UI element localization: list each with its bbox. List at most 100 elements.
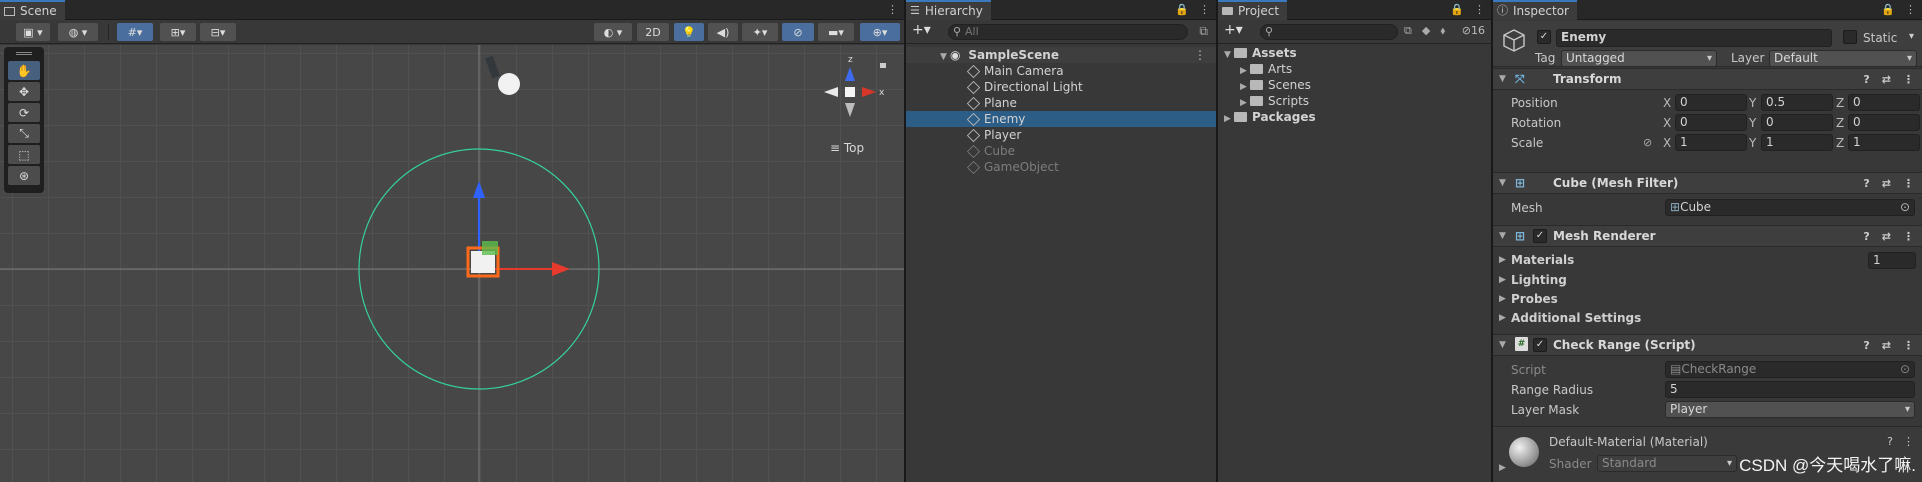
audio-toggle-icon[interactable]: ◀)	[708, 23, 738, 41]
align-button[interactable]: ⊟▾	[200, 23, 236, 41]
more-options-icon[interactable]: ⋮	[1903, 435, 1914, 448]
tag-dropdown[interactable]: Untagged	[1561, 50, 1717, 67]
more-options-icon[interactable]: ⋮	[887, 3, 898, 16]
mesh-renderer-enabled-checkbox[interactable]: ✓	[1533, 229, 1547, 243]
effects-dropdown[interactable]: ✦▾	[742, 23, 778, 41]
preset-icon[interactable]: ⇄	[1882, 70, 1891, 90]
grid-snapping-button[interactable]: #▾	[117, 23, 153, 41]
scale-axis-x-label[interactable]: X	[1663, 136, 1671, 150]
draw-mode-dropdown[interactable]: ▣ ▾	[16, 23, 50, 41]
hierarchy-item[interactable]: Enemy	[906, 111, 1216, 127]
material-foldout-arrow[interactable]: ▶	[1499, 463, 1506, 473]
search-filter-icon[interactable]: ⧉	[1199, 24, 1208, 39]
scene-visibility-icon[interactable]: ⊘	[782, 23, 814, 41]
more-options-icon[interactable]: ⋮	[1903, 227, 1914, 247]
shader-dropdown[interactable]: Standard	[1597, 455, 1737, 472]
constrain-proportions-icon[interactable]: ⊘	[1643, 136, 1652, 149]
gizmos-dropdown[interactable]: ⊕▾	[860, 23, 900, 41]
tag-icon[interactable]: ⬧	[1440, 24, 1445, 38]
rect-tool-icon[interactable]: ⬚	[8, 145, 40, 164]
help-icon[interactable]: ?	[1863, 336, 1869, 356]
mesh-filter-header[interactable]: ▼ ⊞ Cube (Mesh Filter) ? ⇄ ⋮	[1493, 172, 1922, 194]
hierarchy-item[interactable]: Cube	[906, 143, 1216, 159]
help-icon[interactable]: ?	[1863, 70, 1869, 90]
object-picker-icon[interactable]: ⊙	[1900, 200, 1910, 215]
transform-tool-icon[interactable]: ⊛	[8, 166, 40, 185]
scene-root-row[interactable]: ▼ ◉ SampleScene ⋮	[906, 47, 1216, 63]
cube-icon[interactable]	[1501, 27, 1527, 53]
rotation-z-field[interactable]: 0	[1848, 114, 1920, 131]
lighting-toggle-icon[interactable]: 💡	[674, 23, 704, 41]
check-range-header[interactable]: ▼ # ✓ Check Range (Script) ? ⇄ ⋮	[1493, 334, 1922, 356]
layer-mask-dropdown[interactable]: Player	[1665, 401, 1915, 418]
hierarchy-search-input[interactable]: ⚲ All	[948, 24, 1188, 40]
preset-icon[interactable]: ⇄	[1882, 336, 1891, 356]
mesh-renderer-header[interactable]: ▼ ⊞ ✓ Mesh Renderer ? ⇄ ⋮	[1493, 225, 1922, 247]
materials-foldout[interactable]: ▶ Materials	[1493, 250, 1922, 270]
lock-icon[interactable]: 🔒	[1881, 3, 1895, 16]
hierarchy-item[interactable]: Player	[906, 127, 1216, 143]
more-options-icon[interactable]: ⋮	[1199, 3, 1210, 16]
global-pivot-dropdown[interactable]: ◍ ▾	[58, 23, 98, 41]
position-z-field[interactable]: 0	[1848, 94, 1920, 111]
project-folder-row[interactable]: ▶ Arts	[1218, 61, 1491, 77]
scale-y-field[interactable]: 1	[1761, 134, 1833, 151]
probes-foldout[interactable]: ▶ Probes	[1493, 289, 1922, 309]
active-checkbox[interactable]: ✓	[1537, 30, 1551, 44]
rotate-tool-icon[interactable]: ⟳	[8, 103, 40, 122]
materials-count-field[interactable]: 1	[1868, 252, 1916, 269]
hidden-packages-count[interactable]: ⊘16	[1462, 24, 1485, 37]
tab-scene[interactable]: Scene	[0, 0, 65, 20]
tab-inspector[interactable]: ⓘ Inspector	[1493, 0, 1577, 20]
scale-tool-icon[interactable]: ⤡	[8, 124, 40, 143]
scale-x-field[interactable]: 1	[1675, 134, 1747, 151]
search-by-label-icon[interactable]: ◆	[1422, 24, 1430, 38]
tab-project[interactable]: Project	[1218, 0, 1288, 20]
shading-mode-dropdown[interactable]: ◐ ▾	[594, 23, 632, 41]
check-range-enabled-checkbox[interactable]: ✓	[1533, 338, 1547, 352]
more-options-icon[interactable]: ⋮	[1474, 3, 1485, 16]
static-checkbox[interactable]	[1843, 30, 1857, 44]
project-folder-row[interactable]: ▶ Scenes	[1218, 77, 1491, 93]
help-icon[interactable]: ?	[1863, 174, 1869, 194]
project-search-input[interactable]: ⚲	[1260, 24, 1398, 40]
project-folder-row[interactable]: ▶ Scripts	[1218, 93, 1491, 109]
position-y-field[interactable]: 0.5	[1761, 94, 1833, 111]
scale-axis-z-label[interactable]: Z	[1836, 136, 1844, 150]
range-radius-field[interactable]: 5	[1665, 381, 1915, 398]
hierarchy-item[interactable]: GameObject	[906, 159, 1216, 175]
more-options-icon[interactable]: ⋮	[1903, 174, 1914, 194]
more-options-icon[interactable]: ⋮	[1905, 3, 1916, 16]
toggle-2d-button[interactable]: 2D	[637, 23, 669, 41]
packages-folder-row[interactable]: ▶ Packages	[1218, 109, 1491, 125]
scene-viewport[interactable]: ✋ ✥ ⟳ ⤡ ⬚ ⊛ z x ≡ Top	[0, 45, 904, 482]
help-icon[interactable]: ?	[1887, 435, 1893, 448]
search-by-type-icon[interactable]: ⧉	[1404, 24, 1412, 38]
rotation-axis-x-label[interactable]: X	[1663, 116, 1671, 130]
rotation-x-field[interactable]: 0	[1675, 114, 1747, 131]
position-axis-z-label[interactable]: Z	[1836, 96, 1844, 110]
view-label-top[interactable]: ≡ Top	[830, 141, 864, 155]
preset-icon[interactable]: ⇄	[1882, 227, 1891, 247]
transform-header[interactable]: ▼ ⤧ Transform ? ⇄ ⋮	[1493, 68, 1922, 90]
mesh-object-field[interactable]: ⊞Cube ⊙	[1665, 199, 1915, 216]
more-options-icon[interactable]: ⋮	[1903, 70, 1914, 90]
rotation-axis-y-label[interactable]: Y	[1749, 116, 1756, 130]
lighting-foldout[interactable]: ▶ Lighting	[1493, 270, 1922, 290]
scale-axis-y-label[interactable]: Y	[1749, 136, 1756, 150]
increment-snap-button[interactable]: ⊞▾	[160, 23, 196, 41]
create-asset-button[interactable]: +▾	[1224, 22, 1243, 38]
camera-settings-dropdown[interactable]: ▬▾	[818, 23, 854, 41]
object-name-field[interactable]: Enemy	[1556, 29, 1832, 47]
scale-z-field[interactable]: 1	[1848, 134, 1920, 151]
position-axis-x-label[interactable]: X	[1663, 96, 1671, 110]
lock-icon[interactable]: 🔒	[1175, 3, 1189, 16]
position-axis-y-label[interactable]: Y	[1749, 96, 1756, 110]
hierarchy-item[interactable]: Main Camera	[906, 63, 1216, 79]
preset-icon[interactable]: ⇄	[1882, 174, 1891, 194]
hierarchy-item[interactable]: Directional Light	[906, 79, 1216, 95]
rotation-y-field[interactable]: 0	[1761, 114, 1833, 131]
hierarchy-item[interactable]: Plane	[906, 95, 1216, 111]
hand-tool-icon[interactable]: ✋	[8, 61, 40, 80]
additional-settings-foldout[interactable]: ▶ Additional Settings	[1493, 308, 1922, 328]
